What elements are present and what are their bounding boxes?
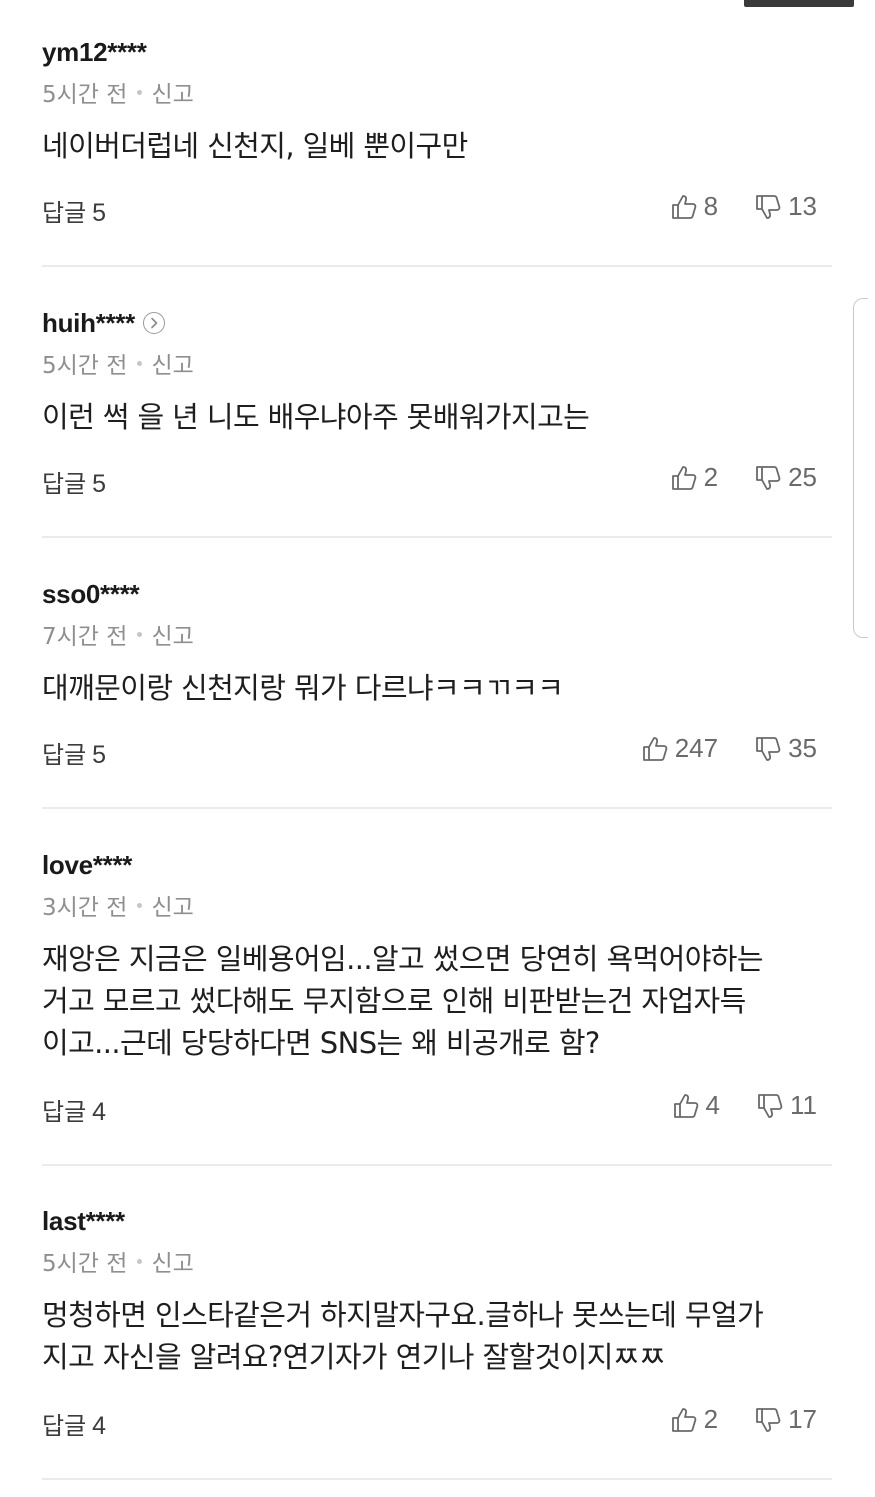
separator-dot <box>137 902 143 908</box>
comment-user-row: sso0**** <box>42 577 140 611</box>
reply-count: 5 <box>92 741 107 769</box>
comment-time: 5시간 전 <box>42 353 128 379</box>
reply-count: 5 <box>92 470 107 498</box>
comment-username[interactable]: love**** <box>42 850 132 881</box>
comment-username[interactable]: huih**** <box>42 308 135 339</box>
like-count: 247 <box>674 733 719 763</box>
comment-time: 5시간 전 <box>42 82 128 108</box>
vote-group: 4 11 <box>672 1090 817 1121</box>
comment-username[interactable]: ym12**** <box>42 37 147 68</box>
dislike-count: 25 <box>788 462 817 492</box>
reply-count: 4 <box>92 1098 107 1126</box>
comment-text: 이런 썩 을 년 니도 배우냐아주 못배워가지고는 <box>42 400 590 434</box>
thumbs-up-icon <box>673 1093 698 1118</box>
comment-user-row: love**** <box>42 848 132 882</box>
vote-group: 2 17 <box>670 1404 817 1435</box>
reply-button[interactable]: 답글 5 <box>42 464 106 499</box>
thumbs-up-icon <box>671 1407 696 1432</box>
chevron-right-circle-icon[interactable] <box>142 312 165 334</box>
comment-item: last**** 5시간 전 신고 멍청하면 인스타같은거 하지말자구요.글하나… <box>42 1204 832 1480</box>
like-count: 4 <box>705 1090 720 1120</box>
comment-time: 5시간 전 <box>42 1251 128 1277</box>
comment-username[interactable]: sso0**** <box>42 579 140 610</box>
vote-group: 8 13 <box>670 191 817 222</box>
reply-button[interactable]: 답글 5 <box>42 735 106 770</box>
dislike-button[interactable]: 25 <box>754 462 817 493</box>
reply-label: 답글 <box>42 1412 87 1440</box>
dislike-count: 13 <box>788 191 817 221</box>
thumbs-up-icon <box>671 465 696 490</box>
report-button[interactable]: 신고 <box>151 75 193 109</box>
like-button[interactable]: 8 <box>670 191 718 222</box>
thumbs-down-icon <box>756 736 781 761</box>
like-button[interactable]: 247 <box>641 733 718 764</box>
like-button[interactable]: 4 <box>672 1090 720 1121</box>
thumbs-up-icon <box>671 194 696 219</box>
dislike-button[interactable]: 17 <box>754 1404 817 1435</box>
dislike-count: 17 <box>788 1404 817 1434</box>
separator-dot <box>137 360 143 366</box>
comment-user-row: ym12**** <box>42 35 147 69</box>
like-button[interactable]: 2 <box>670 1404 718 1435</box>
separator-dot <box>137 89 143 95</box>
comment-meta: 3시간 전 신고 <box>42 888 194 922</box>
separator-dot <box>137 1258 143 1264</box>
comment-meta: 5시간 전 신고 <box>42 346 194 380</box>
report-button[interactable]: 신고 <box>151 888 193 922</box>
thumbs-down-icon <box>758 1093 783 1118</box>
comment-text: 멍청하면 인스타같은거 하지말자구요.글하나 못쓰는데 무얼가 지고 자신을 알… <box>42 1298 764 1374</box>
reply-button[interactable]: 답글 4 <box>42 1406 106 1441</box>
comment-meta: 5시간 전 신고 <box>42 1244 194 1278</box>
comment-username[interactable]: last**** <box>42 1206 125 1237</box>
comment-time: 3시간 전 <box>42 895 128 921</box>
comment-item: sso0**** 7시간 전 신고 대깨문이랑 신천지랑 뭐가 다르냐ㅋㅋㄲㅋㅋ… <box>42 577 832 809</box>
report-button[interactable]: 신고 <box>151 346 193 380</box>
thumbs-down-icon <box>756 465 781 490</box>
like-count: 2 <box>703 1404 719 1434</box>
comment-item: ym12**** 5시간 전 신고 네이버더럽네 신천지, 일베 뿐이구만 답글… <box>42 35 832 267</box>
reply-label: 답글 <box>42 1098 87 1126</box>
like-count: 2 <box>703 462 719 492</box>
thumbs-down-icon <box>756 194 781 219</box>
comment-item: huih**** 5시간 전 신고 이런 썩 을 년 니도 배우냐아주 못배워가… <box>42 306 832 538</box>
comment-text: 재앙은 지금은 일베용어임...알고 썼으면 당연히 욕먹어야하는 거고 모르고… <box>42 942 764 1060</box>
dislike-count: 35 <box>788 733 817 763</box>
comment-item: love**** 3시간 전 신고 재앙은 지금은 일베용어임...알고 썼으면… <box>42 848 832 1166</box>
reply-label: 답글 <box>42 741 87 769</box>
comment-text: 네이버더럽네 신천지, 일베 뿐이구만 <box>42 129 468 163</box>
comment-user-row: last**** <box>42 1204 125 1238</box>
vote-group: 247 35 <box>641 733 817 764</box>
like-button[interactable]: 2 <box>670 462 718 493</box>
dislike-button[interactable]: 11 <box>756 1090 817 1121</box>
dislike-count: 11 <box>790 1090 817 1120</box>
thumbs-up-icon <box>642 736 668 761</box>
comment-meta: 7시간 전 신고 <box>42 617 194 651</box>
dislike-button[interactable]: 35 <box>754 733 817 764</box>
dislike-button[interactable]: 13 <box>754 191 817 222</box>
top-badge-fragment <box>744 0 854 7</box>
comment-user-row: huih**** <box>42 306 165 340</box>
reply-label: 답글 <box>42 199 87 227</box>
like-count: 8 <box>703 191 719 221</box>
separator-dot <box>137 631 143 637</box>
thumbs-down-icon <box>756 1407 781 1432</box>
reply-count: 5 <box>92 199 107 227</box>
reply-button[interactable]: 답글 5 <box>42 193 106 228</box>
vote-group: 2 25 <box>670 462 817 493</box>
report-button[interactable]: 신고 <box>151 617 193 651</box>
comment-time: 7시간 전 <box>42 624 128 650</box>
comment-text: 대깨문이랑 신천지랑 뭐가 다르냐ㅋㅋㄲㅋㅋ <box>42 671 564 705</box>
scrollbar-thumb[interactable] <box>853 298 868 638</box>
reply-count: 4 <box>92 1412 107 1440</box>
reply-label: 답글 <box>42 470 87 498</box>
reply-button[interactable]: 답글 4 <box>42 1092 106 1127</box>
report-button[interactable]: 신고 <box>151 1244 193 1278</box>
comment-meta: 5시간 전 신고 <box>42 75 194 109</box>
